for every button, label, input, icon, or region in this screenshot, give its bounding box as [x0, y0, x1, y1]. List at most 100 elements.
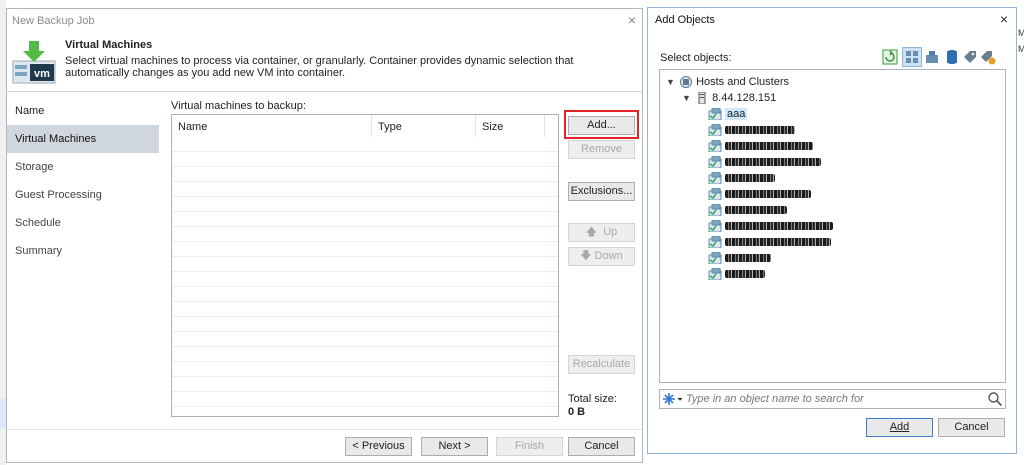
- tree-node-vm[interactable]: [708, 234, 831, 250]
- recalculate-button[interactable]: Recalculate: [568, 355, 635, 374]
- vm-label: aaa: [725, 108, 748, 121]
- tree-node-host[interactable]: ▼ 8.44.128.151: [682, 90, 776, 106]
- obscured-vm-name: [725, 238, 831, 247]
- wizard-close-button[interactable]: ×: [628, 12, 636, 28]
- table-row[interactable]: [172, 362, 558, 377]
- previous-button[interactable]: < Previous: [345, 437, 412, 456]
- footer-divider: [7, 429, 642, 430]
- vm-icon: [708, 188, 722, 201]
- vm-icon: [708, 108, 722, 121]
- tree-node-vm[interactable]: [708, 170, 775, 186]
- tree-node-vm[interactable]: [708, 250, 771, 266]
- vm-icon: [708, 156, 722, 169]
- exclusions-button[interactable]: Exclusions...: [568, 182, 635, 201]
- add-objects-dialog: Add Objects × Select objects: ▼ Hosts an…: [647, 7, 1017, 454]
- up-label: Up: [603, 226, 618, 238]
- add-vm-button[interactable]: Add...: [568, 116, 635, 135]
- column-name[interactable]: Name: [178, 121, 207, 133]
- new-backup-job-window: New Backup Job × vm Virtual Machines Sel…: [6, 8, 643, 463]
- datastores-icon[interactable]: [943, 48, 961, 66]
- cancel-button[interactable]: Cancel: [568, 437, 635, 456]
- tree-node-vm[interactable]: [708, 154, 821, 170]
- table-row[interactable]: [172, 182, 558, 197]
- table-row[interactable]: [172, 377, 558, 392]
- vm-icon: [708, 172, 722, 185]
- search-scope-icon[interactable]: [662, 392, 684, 406]
- vm-list-label: Virtual machines to backup:: [171, 100, 306, 112]
- nav-step-schedule[interactable]: Schedule: [7, 209, 159, 237]
- table-row[interactable]: [172, 227, 558, 242]
- vm-icon: [708, 204, 722, 217]
- nav-step-virtual-machines[interactable]: Virtual Machines: [7, 125, 159, 153]
- hosts-view-icon[interactable]: [902, 47, 922, 67]
- nav-step-name[interactable]: Name: [7, 97, 159, 125]
- vm-icon: [708, 124, 722, 137]
- total-size-label: Total size:: [568, 393, 617, 405]
- vm-icon: [708, 268, 722, 281]
- table-row[interactable]: [172, 347, 558, 362]
- add-objects-add-button[interactable]: Add: [866, 418, 933, 437]
- column-divider: [475, 115, 476, 137]
- nav-step-storage[interactable]: Storage: [7, 153, 159, 181]
- next-button[interactable]: Next >: [421, 437, 488, 456]
- step-heading: Virtual Machines: [65, 39, 153, 51]
- vms-and-templates-icon[interactable]: [923, 48, 941, 66]
- table-row[interactable]: [172, 392, 558, 407]
- up-button[interactable]: 🡅 Up: [568, 223, 635, 242]
- table-row[interactable]: [172, 332, 558, 347]
- table-row[interactable]: [172, 272, 558, 287]
- vm-icon: [708, 220, 722, 233]
- table-row[interactable]: [172, 137, 558, 152]
- vcenter-icon: [680, 76, 693, 89]
- search-icon[interactable]: [987, 391, 1003, 407]
- vm-icon-text: vm: [34, 68, 50, 80]
- table-row[interactable]: [172, 302, 558, 317]
- tree-node-vm[interactable]: [708, 218, 833, 234]
- object-search-box[interactable]: Type in an object name to search for: [659, 389, 1006, 409]
- vm-list-grid[interactable]: Name Type Size: [171, 114, 559, 417]
- vm-icon: [708, 140, 722, 153]
- tree-node-vm[interactable]: [708, 122, 795, 138]
- objects-tree[interactable]: ▼ Hosts and Clusters ▼ 8.44.128.151 aaa: [659, 69, 1006, 383]
- nav-step-guest-processing[interactable]: Guest Processing: [7, 181, 159, 209]
- total-size: Total size: 0 B: [568, 393, 617, 419]
- chevron-down-icon[interactable]: ▼: [682, 90, 692, 106]
- column-type[interactable]: Type: [378, 121, 402, 133]
- add-label: Add: [889, 421, 910, 433]
- add-objects-cancel-button[interactable]: Cancel: [938, 418, 1005, 437]
- finish-button[interactable]: Finish: [496, 437, 563, 456]
- add-objects-close-button[interactable]: ×: [1000, 11, 1008, 27]
- tree-node-vm[interactable]: [708, 138, 813, 154]
- wizard-header: vm Virtual Machines Select virtual machi…: [7, 33, 642, 93]
- tree-node-hosts-and-clusters[interactable]: ▼ Hosts and Clusters: [666, 74, 789, 90]
- table-row[interactable]: [172, 287, 558, 302]
- virtual-machine-icon: vm: [12, 41, 56, 84]
- obscured-vm-name: [725, 206, 787, 215]
- table-row[interactable]: [172, 152, 558, 167]
- down-label: Down: [594, 250, 623, 262]
- down-button[interactable]: 🡇 Down: [568, 247, 635, 266]
- table-row[interactable]: [172, 167, 558, 182]
- background-text-edge: M: [1018, 28, 1024, 38]
- tree-node-vm[interactable]: [708, 266, 765, 282]
- nav-step-summary[interactable]: Summary: [7, 237, 159, 265]
- chevron-down-icon[interactable]: ▼: [666, 74, 676, 90]
- table-row[interactable]: [172, 197, 558, 212]
- table-row[interactable]: [172, 257, 558, 272]
- tree-node-vm[interactable]: [708, 186, 811, 202]
- column-size[interactable]: Size: [482, 121, 503, 133]
- tags-icon[interactable]: [961, 48, 979, 66]
- obscured-vm-name: [725, 270, 765, 279]
- table-row[interactable]: [172, 317, 558, 332]
- remove-button[interactable]: Remove: [568, 140, 635, 159]
- tag-filter-icon[interactable]: [979, 48, 997, 66]
- header-divider: [7, 91, 642, 92]
- refresh-icon[interactable]: [881, 48, 899, 66]
- table-row[interactable]: [172, 212, 558, 227]
- step-description: Select virtual machines to process via c…: [65, 55, 574, 79]
- wizard-steps-nav: Name Virtual Machines Storage Guest Proc…: [7, 97, 159, 265]
- table-row[interactable]: [172, 242, 558, 257]
- grid-rows: [172, 137, 558, 407]
- tree-node-vm[interactable]: aaa: [708, 106, 748, 122]
- tree-node-vm[interactable]: [708, 202, 787, 218]
